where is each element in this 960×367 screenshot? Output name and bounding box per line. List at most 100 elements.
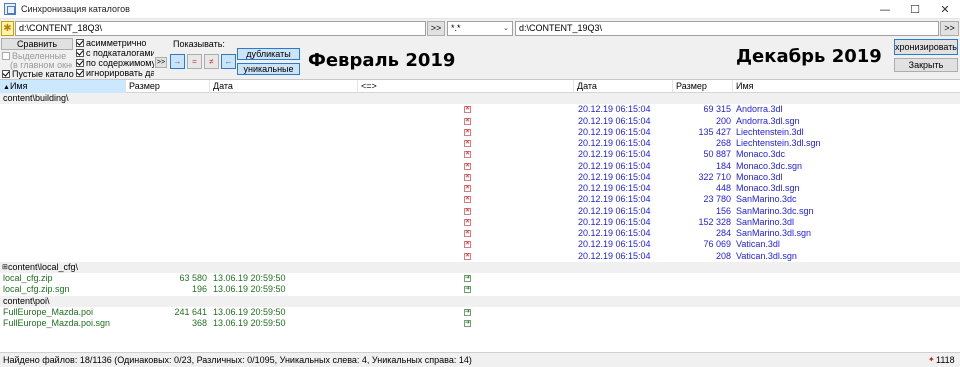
column-compare[interactable]: <=> [358,80,574,93]
right-size-cell: 135 427 [698,126,731,137]
right-date-cell: 20.12.19 06:15:04 [578,216,651,227]
copy-right-to-left-icon[interactable]: ✕ [464,151,471,159]
sort-arrow-icon: ▲ [3,84,10,91]
right-date-cell: 20.12.19 06:15:04 [578,205,651,216]
copy-left-to-right-icon[interactable]: ➔ [464,275,471,282]
star-icon[interactable]: ✱ [1,21,14,36]
by-content-checkbox[interactable]: по содержимому [76,58,154,68]
folder-row[interactable]: ⊞ content\local_cfg\ [0,261,960,273]
empty-catalogs-checkbox[interactable]: Пустые каталоги [2,69,74,79]
show-label: Показывать: [173,39,225,49]
right-name-cell: SanMarino.3dl [736,216,795,227]
file-row[interactable]: FullEurope_Mazda.poi.sgn 368 13.06.19 20:5… [0,318,960,329]
folder-row[interactable]: content\building\ [0,93,960,105]
file-row[interactable]: 20.12.19 06:15:04 322 710 Monaco.3dl ✕ [0,172,960,183]
file-row[interactable]: local_cfg.zip.sgn 196 13.06.19 20:59:50 ➔ [0,284,960,295]
file-row[interactable]: 20.12.19 06:15:04 448 Monaco.3dl.sgn ✕ [0,183,960,194]
ignore-date-checkbox[interactable]: игнорировать дату [76,68,154,78]
left-name-cell: FullEurope_Mazda.poi.sgn [3,318,111,328]
file-row[interactable]: local_cfg.zip 63 580 13.06.19 20:59:50 ➔ [0,273,960,284]
file-row[interactable]: 20.12.19 06:15:04 23 780 SanMarino.3dc ✕ [0,194,960,205]
right-date-cell: 20.12.19 06:15:04 [578,250,651,261]
copy-right-to-left-icon[interactable]: ✕ [464,128,471,136]
column-right-date[interactable]: Дата [574,80,673,93]
copy-right-to-left-icon[interactable]: ✕ [464,185,471,192]
file-row[interactable]: 20.12.19 06:15:04 50 887 Monaco.3dc ✕ [0,149,960,160]
path-bar: ✱ d:\CONTENT_18Q3\ >> *.* ⌄ d:\CONTENT_1… [0,19,960,37]
left-date-cell: 13.06.19 20:59:50 [213,318,286,328]
left-browse-button[interactable]: >> [427,21,445,36]
content-options-button[interactable]: >> [155,57,167,68]
copy-right-to-left-icon[interactable]: ✕ [464,252,471,260]
copy-left-to-right-icon[interactable]: ➔ [464,286,471,294]
close-button[interactable]: Закрыть [894,58,958,72]
left-caption: Февраль 2019 [308,50,456,71]
file-row[interactable]: 20.12.19 06:15:04 208 Vatican.3dl.sgn ✕ [0,251,960,262]
show-left-only-button[interactable]: → [170,54,185,69]
copy-right-to-left-icon[interactable]: ✕ [464,218,471,226]
right-size-cell: 152 328 [698,216,731,227]
file-compare-list[interactable]: content\building\ 20.12.19 06:15:04 69 315… [0,93,960,352]
left-size-cell: 241 641 [174,306,207,317]
file-row[interactable]: 20.12.19 06:15:04 156 SanMarino.3dc.sgn ✕ [0,206,960,217]
copy-right-to-left-icon[interactable]: ✕ [464,162,471,170]
asymmetric-checkbox[interactable]: асимметрично [76,38,154,48]
subdirs-label: с подкаталогами [86,48,154,58]
folder-label: content\poi\ [3,295,50,306]
right-name-cell: Monaco.3dc.sgn [736,160,803,171]
copy-right-to-left-icon[interactable]: ✕ [464,106,471,114]
column-right-size[interactable]: Размер [673,80,733,93]
column-left-name[interactable]: ▲Имя [0,80,126,93]
copy-right-to-left-icon[interactable]: ✕ [464,241,471,249]
right-browse-button[interactable]: >> [940,21,959,36]
column-left-name-label: Имя [9,81,28,91]
right-path-input[interactable]: d:\CONTENT_19Q3\ [515,21,939,36]
right-date-cell: 20.12.19 06:15:04 [578,239,651,250]
subdirs-checkbox[interactable]: с подкаталогами [76,48,154,58]
column-left-date[interactable]: Дата [210,80,358,93]
left-path-input[interactable]: d:\CONTENT_18Q3\ [15,21,426,36]
expand-icon[interactable]: ⊞ [2,262,8,273]
file-row[interactable]: 20.12.19 06:15:04 152 328 SanMarino.3dl ✕ [0,217,960,228]
file-mask-select[interactable]: *.* ⌄ [447,21,513,36]
copy-right-to-left-icon[interactable]: ✕ [464,230,471,237]
right-name-cell: Vatican.3dl.sgn [736,250,797,261]
column-left-size[interactable]: Размер [126,80,210,93]
left-date-cell: 13.06.19 20:59:50 [213,284,286,295]
file-row[interactable]: 20.12.19 06:15:04 69 315 Andorra.3dl ✕ [0,104,960,115]
folder-row[interactable]: content\poi\ [0,295,960,307]
column-right-name[interactable]: Имя [733,80,960,93]
minimize-button[interactable]: — [870,0,900,19]
ignore-date-checkbox-box [76,69,84,77]
compare-button[interactable]: Сравнить [1,38,73,50]
maximize-button[interactable]: ☐ [900,0,930,19]
file-row[interactable]: 20.12.19 06:15:04 184 Monaco.3dc.sgn ✕ [0,161,960,172]
file-row[interactable]: 20.12.19 06:15:04 284 SanMarino.3dl.sgn ✕ [0,228,960,239]
file-row[interactable]: 20.12.19 06:15:04 76 069 Vatican.3dl ✕ [0,239,960,250]
copy-left-to-right-icon[interactable]: ➔ [464,308,471,316]
close-window-button[interactable]: ✕ [930,0,960,19]
file-row[interactable]: 20.12.19 06:15:04 135 427 Liechtenstein.3d… [0,127,960,138]
right-name-cell: Liechtenstein.3dl.sgn [736,138,821,148]
empty-catalogs-checkbox-box [2,70,10,78]
copy-right-to-left-icon[interactable]: ✕ [464,173,471,181]
right-size-cell: 76 069 [703,239,731,250]
copy-left-to-right-icon[interactable]: ➔ [464,320,471,327]
copy-right-to-left-icon[interactable]: ✕ [464,196,471,204]
unique-button[interactable]: уникальные [237,63,300,75]
show-different-button[interactable]: ≠ [204,54,219,69]
right-size-cell: 284 [715,228,731,238]
duplicates-button[interactable]: дубликаты [237,48,300,60]
copy-right-to-left-icon[interactable]: ✕ [464,207,471,215]
show-equal-button[interactable]: = [187,54,202,69]
right-date-cell: 20.12.19 06:15:04 [578,171,651,182]
show-right-only-button[interactable]: ← [221,54,236,69]
copy-right-to-left-icon[interactable]: ✕ [464,117,471,125]
file-row[interactable]: FullEurope_Mazda.poi 241 641 13.06.19 20:5… [0,307,960,318]
copy-right-to-left-icon[interactable]: ✕ [464,140,471,147]
right-date-cell: 20.12.19 06:15:04 [578,126,651,137]
synchronize-button[interactable]: Синхронизировать [894,39,958,55]
pin-icon: ✦ [928,355,935,364]
file-row[interactable]: 20.12.19 06:15:04 268 Liechtenstein.3dl.sg… [0,138,960,149]
file-row[interactable]: 20.12.19 06:15:04 200 Andorra.3dl.sgn ✕ [0,116,960,127]
